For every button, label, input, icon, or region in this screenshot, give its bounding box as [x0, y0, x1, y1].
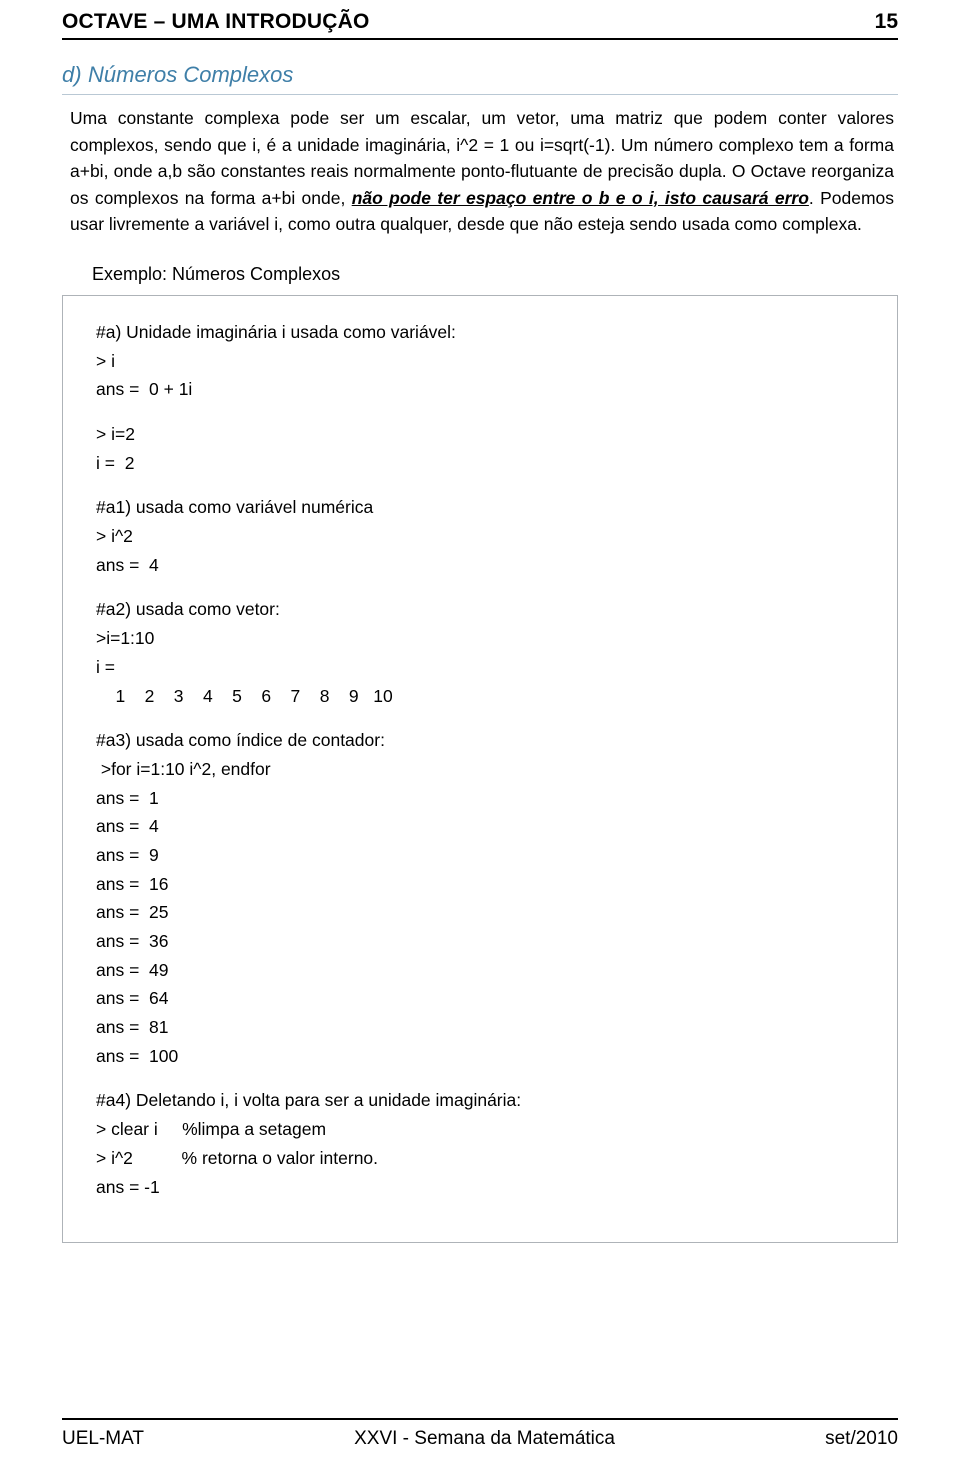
code-line: #a) Unidade imaginária i usada como vari… [96, 321, 456, 342]
code-line: ans = 16 [96, 873, 169, 894]
header-divider [62, 38, 898, 40]
code-spacer [96, 477, 897, 493]
page-header: OCTAVE – UMA INTRODUÇÃO 15 [62, 0, 898, 34]
code-line: ans = 49 [96, 959, 169, 980]
code-block: #a) Unidade imaginária i usada como vari… [62, 294, 898, 1243]
code-line: > i=2 [96, 424, 135, 445]
header-title: OCTAVE – UMA INTRODUÇÃO [62, 10, 370, 33]
code-line: ans = 81 [96, 1017, 169, 1038]
code-spacer [96, 579, 897, 595]
footer-row: UEL-MAT XXVI - Semana da Matemática set/… [62, 1428, 898, 1450]
code-line: ans = 36 [96, 931, 169, 952]
code-line: ans = 0 + 1i [96, 379, 193, 400]
code-spacer [96, 404, 897, 420]
footer-center: XXVI - Semana da Matemática [354, 1428, 615, 1449]
page-number: 15 [874, 10, 898, 33]
code-line: ans = 4 [96, 554, 159, 575]
code-line: > clear i %limpa a setagem [96, 1119, 327, 1140]
section-heading: d) Números Complexos [62, 62, 898, 88]
example-label: Exemplo: Números Complexos [92, 263, 341, 284]
code-line: > i^2 [96, 526, 133, 547]
intro-paragraph: Uma constante complexa pode ser um escal… [62, 105, 898, 238]
code-line: ans = 1 [96, 787, 159, 808]
code-spacer [96, 710, 897, 726]
page-footer: UEL-MAT XXVI - Semana da Matemática set/… [62, 1418, 898, 1450]
code-spacer [96, 1070, 897, 1086]
paragraph-emphasis: não pode ter espaço entre o b e o i, ist… [351, 187, 809, 208]
code-line: > i^2 % retorna o valor interno. [96, 1147, 379, 1168]
code-line: i = [96, 656, 115, 677]
code-line: 1 2 3 4 5 6 7 8 9 10 [96, 685, 393, 706]
section-title: Números Complexos [88, 62, 294, 87]
code-line: i = 2 [96, 452, 135, 473]
footer-right: set/2010 [825, 1428, 898, 1449]
code-line: ans = -1 [96, 1176, 160, 1197]
footer-left: UEL-MAT [62, 1428, 144, 1449]
document-page: OCTAVE – UMA INTRODUÇÃO 15 d) Números Com… [0, 0, 960, 1484]
code-line: ans = 25 [96, 902, 169, 923]
code-line: ans = 4 [96, 816, 159, 837]
code-line: ans = 9 [96, 844, 159, 865]
code-line: #a4) Deletando i, i volta para ser a uni… [96, 1090, 522, 1111]
section-letter: d) [62, 62, 82, 87]
code-line: ans = 64 [96, 988, 169, 1009]
code-line: #a2) usada como vetor: [96, 599, 280, 620]
code-line: ans = 100 [96, 1045, 179, 1066]
code-line: >for i=1:10 i^2, endfor [96, 758, 271, 779]
section-divider [62, 94, 898, 95]
footer-divider [62, 1418, 898, 1420]
code-line: > i [96, 350, 115, 371]
code-line: #a3) usada como índice de contador: [96, 730, 385, 751]
code-line: >i=1:10 [96, 628, 155, 649]
code-line: #a1) usada como variável numérica [96, 497, 374, 518]
